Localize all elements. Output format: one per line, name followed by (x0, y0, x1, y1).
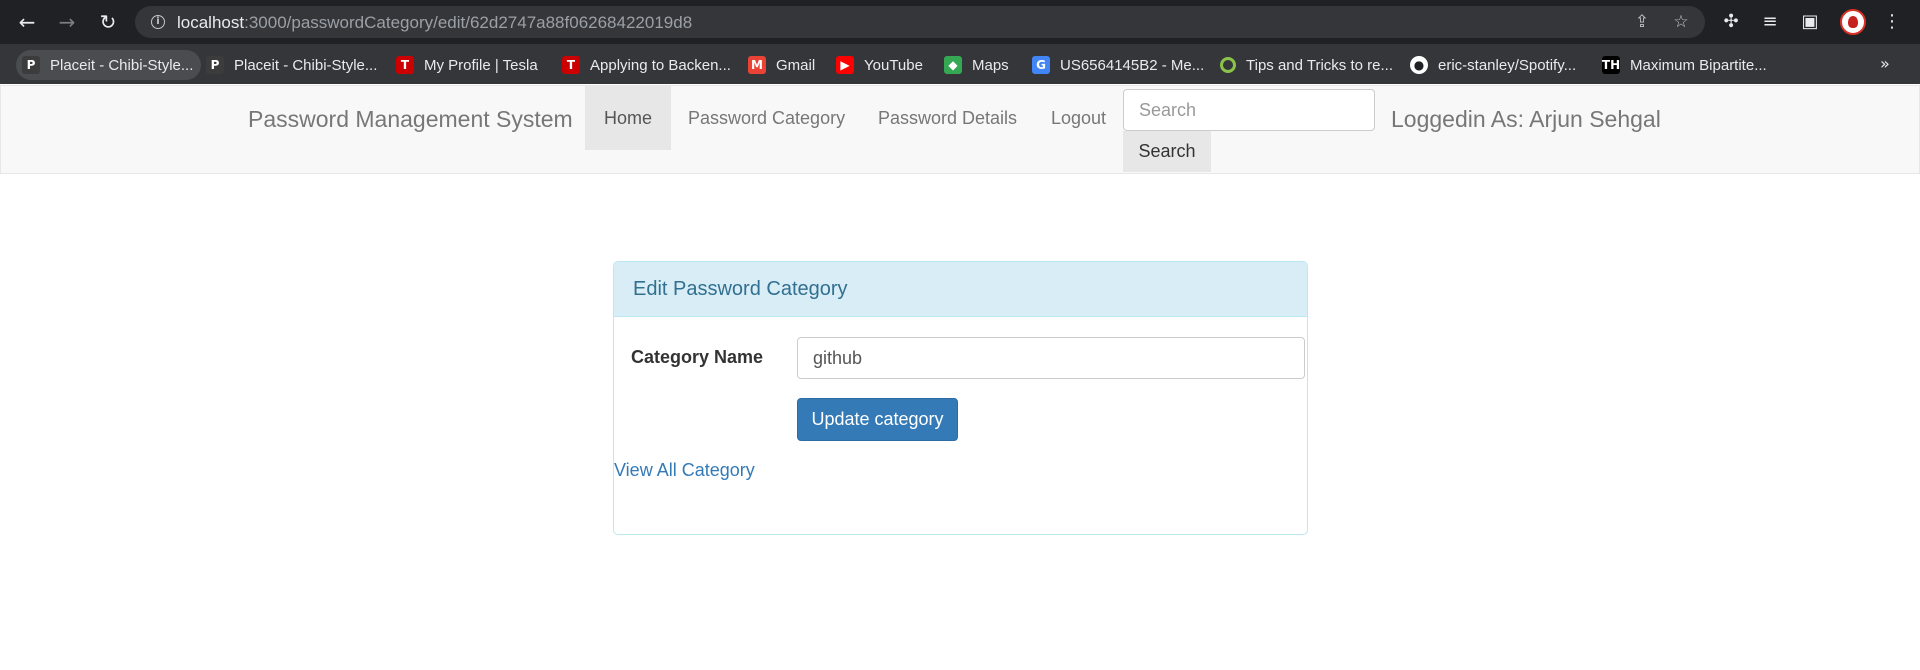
bookmark-label: Maximum Bipartite... (1630, 56, 1767, 74)
bookmark-label: Applying to Backen... (590, 56, 731, 74)
youtube-icon: ▶ (836, 56, 854, 74)
edit-category-panel: Edit Password Category Category Name Upd… (613, 261, 1308, 535)
bookmark-item[interactable]: P Placeit - Chibi-Style... (16, 50, 202, 80)
site-navbar: Password Management System Home Password… (0, 85, 1920, 174)
bookmark-item[interactable]: TH Maximum Bipartite... (1596, 50, 1775, 80)
bookmarks-bar: TH Maximum Bipartite... ● eric-stanley/Spot… (0, 44, 1920, 84)
tesla-icon: T (396, 56, 414, 74)
bookmarks-overflow-icon[interactable]: » (1880, 54, 1890, 73)
update-category-button[interactable]: Update category (797, 398, 958, 441)
category-name-label: Category Name (631, 347, 764, 367)
bookmark-item[interactable]: G US6564145B2 - Me... (1026, 50, 1212, 80)
placeit-icon: P (206, 56, 224, 74)
url-path: :3000/passwordCategory/edit/62d2747a88f0… (244, 13, 693, 32)
placeit-icon: P (22, 56, 40, 74)
bookmark-label: Gmail (776, 56, 816, 74)
bookmark-item[interactable]: T Applying to Backen... (556, 50, 739, 80)
brand-title[interactable]: Password Management System (248, 106, 573, 133)
github-icon: ● (1410, 56, 1428, 74)
bookmark-item[interactable]: ▶ YouTube (830, 50, 931, 80)
extensions-puzzle-icon[interactable]: ✣ (1719, 10, 1743, 34)
bookmark-item[interactable]: P Placeit - Chibi-Style... (200, 50, 385, 80)
bookmark-label: Maps (972, 56, 1009, 74)
url-text[interactable]: localhost:3000/passwordCategory/edit/62d… (177, 13, 692, 33)
more-menu-icon[interactable]: ⋮ (1880, 10, 1904, 34)
nav-home[interactable]: Home (585, 86, 672, 150)
bookmark-label: My Profile | Tesla (424, 56, 538, 74)
forward-arrow-icon[interactable]: → (55, 10, 79, 34)
reload-icon[interactable]: ↻ (96, 10, 120, 34)
bookmark-label: Tips and Tricks to re... (1246, 56, 1393, 74)
google-icon: G (1032, 56, 1050, 74)
bookmark-item[interactable]: M Gmail (742, 50, 823, 80)
bookmark-label: YouTube (864, 56, 923, 74)
panel-heading: Edit Password Category (614, 262, 1307, 317)
url-host: localhost (177, 13, 245, 32)
bookmark-star-icon[interactable]: ☆ (1670, 11, 1692, 33)
nav-logout[interactable]: Logout (1032, 86, 1125, 150)
logged-in-user: Loggedin As: Arjun Sehgal (1391, 106, 1661, 132)
bookmark-label: US6564145B2 - Me... (1060, 56, 1205, 74)
bookmark-label: eric-stanley/Spotify... (1438, 56, 1577, 74)
gmail-icon: M (748, 56, 766, 74)
nav-password-category[interactable]: Password Category (669, 86, 864, 150)
tesla-icon: T (562, 56, 580, 74)
bookmark-label: Placeit - Chibi-Style... (50, 56, 194, 74)
back-arrow-icon[interactable]: ← (15, 10, 39, 34)
media-queue-icon[interactable]: ≡ (1758, 10, 1782, 34)
ring-icon (1220, 57, 1236, 73)
address-bar[interactable]: i localhost:3000/passwordCategory/edit/6… (135, 6, 1705, 38)
side-panel-icon[interactable]: ▣ (1798, 10, 1822, 34)
browser-toolbar: ← → ↻ i localhost:3000/passwordCategory/… (0, 0, 1920, 44)
view-all-category-link[interactable]: View All Category (614, 460, 755, 481)
profile-avatar[interactable] (1840, 9, 1866, 35)
search-button[interactable]: Search (1123, 131, 1211, 172)
bookmark-item[interactable]: ● eric-stanley/Spotify... (1404, 50, 1584, 80)
nav-password-details[interactable]: Password Details (859, 86, 1036, 150)
bookmark-item[interactable]: Tips and Tricks to re... (1214, 50, 1401, 80)
site-info-icon[interactable]: i (151, 15, 165, 29)
share-icon[interactable]: ⇪ (1631, 11, 1653, 33)
bookmark-item[interactable]: ◆ Maps (938, 50, 1017, 80)
bookmark-label: Placeit - Chibi-Style... (234, 56, 378, 74)
search-input[interactable] (1123, 89, 1375, 131)
th-icon: TH (1601, 56, 1621, 74)
category-name-input[interactable] (797, 337, 1305, 379)
bookmark-item[interactable]: T My Profile | Tesla (390, 50, 546, 80)
maps-icon: ◆ (944, 56, 962, 74)
